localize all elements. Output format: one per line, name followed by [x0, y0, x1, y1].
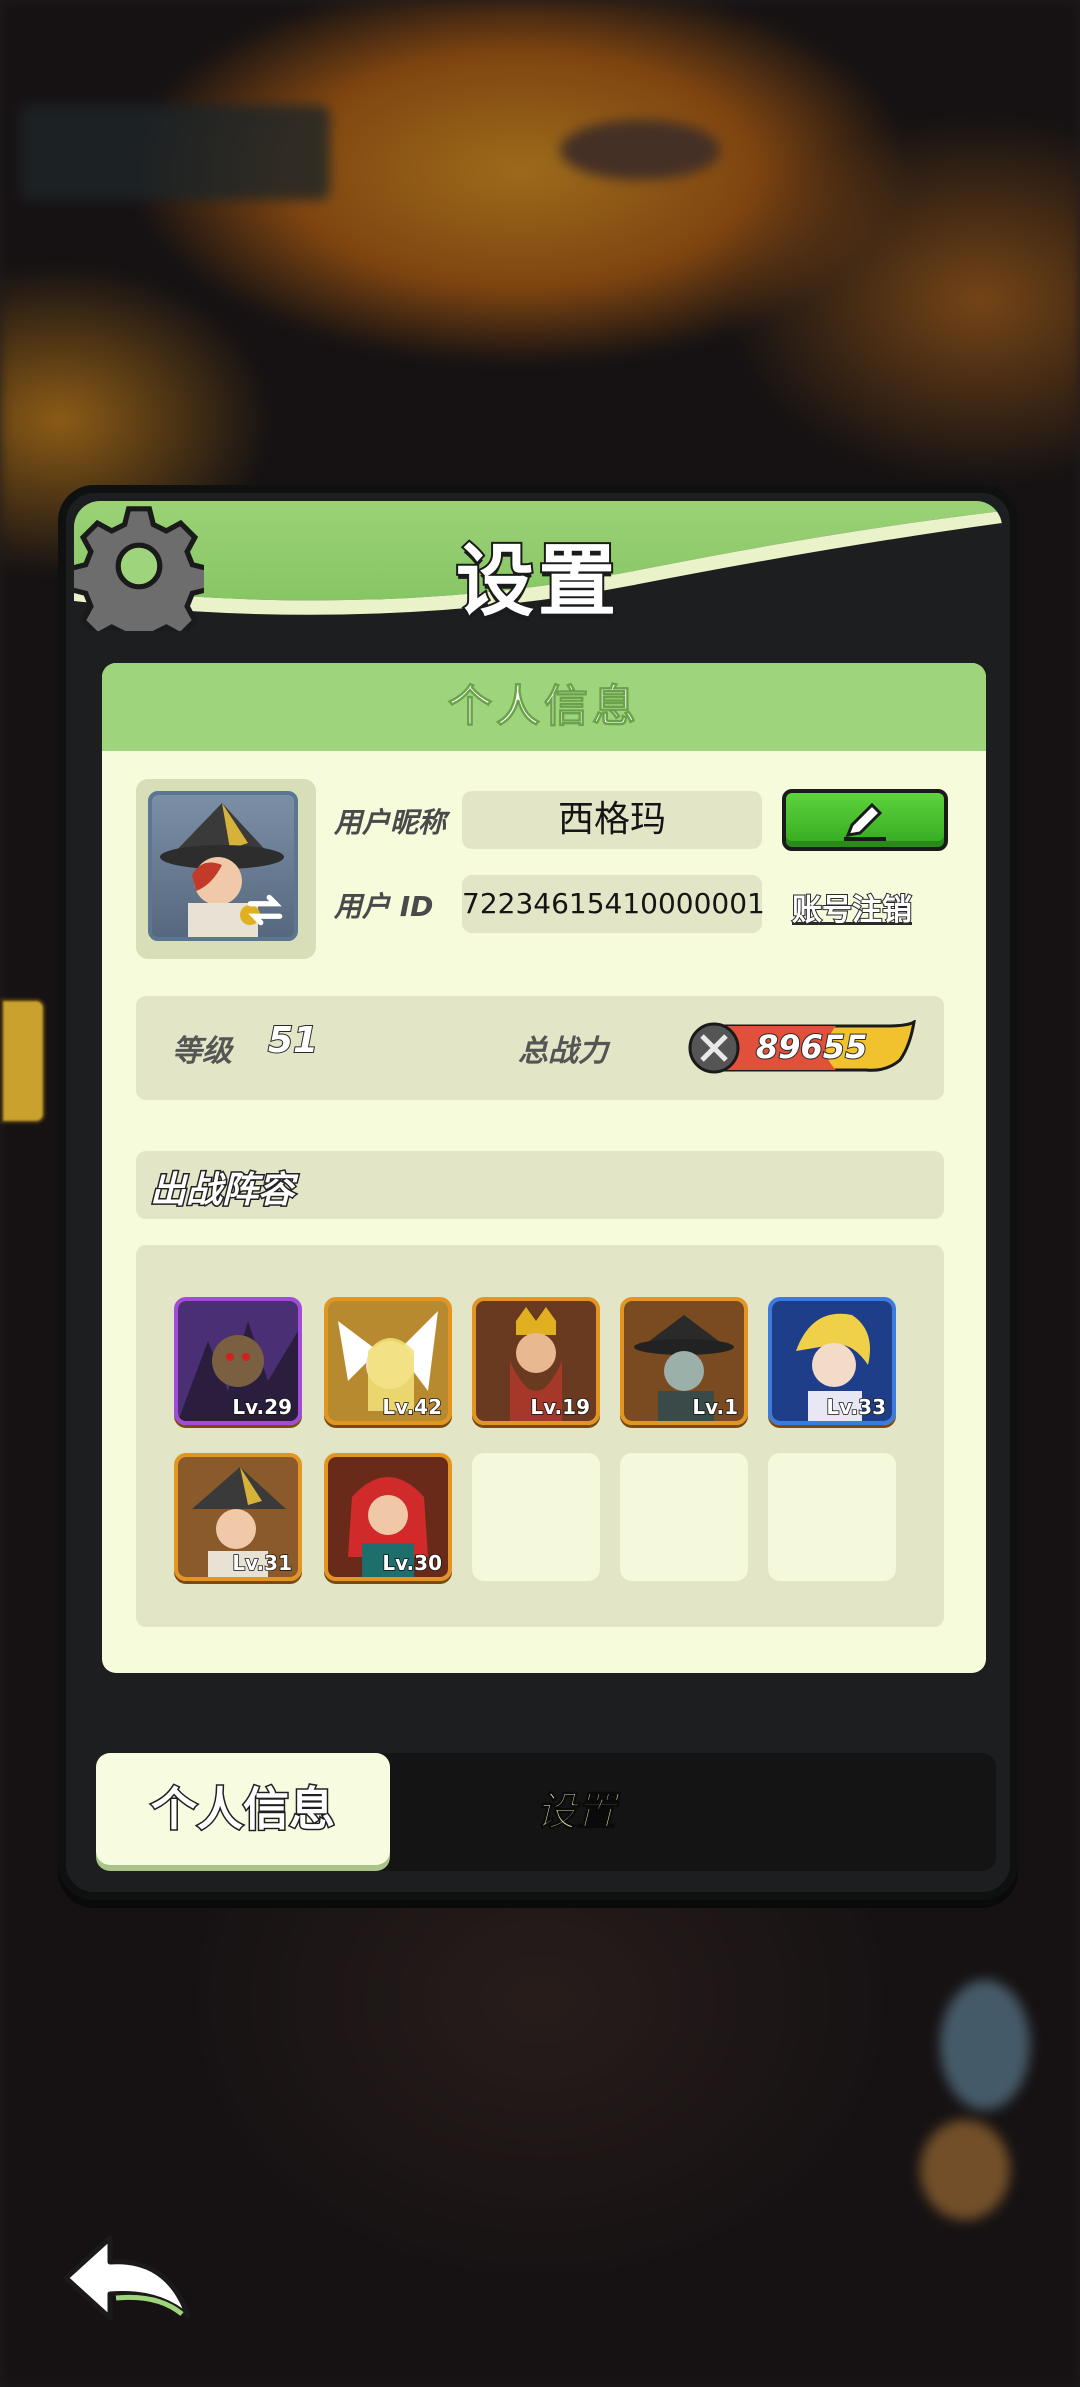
avatar-frame[interactable]: [136, 779, 316, 959]
hero-level: Lv.19: [530, 1394, 591, 1420]
lineup-title: 出战阵容: [148, 1169, 295, 1213]
hero-level: Lv.33: [826, 1394, 887, 1420]
level-label: 等级: [172, 1034, 232, 1069]
pencil-icon: [844, 802, 886, 841]
hero-slot[interactable]: Lv.29: [174, 1297, 302, 1425]
empty-hero-slot[interactable]: [620, 1453, 748, 1581]
hero-slot[interactable]: Lv.19: [472, 1297, 600, 1425]
hero-level: Lv.31: [232, 1550, 293, 1576]
edit-nickname-button[interactable]: [782, 789, 948, 851]
tab-bar: 个人信息 设置: [96, 1753, 996, 1871]
dialog-title: 设置: [454, 535, 620, 629]
hero-level: Lv.30: [382, 1550, 443, 1576]
hero-slot[interactable]: Lv.33: [768, 1297, 896, 1425]
nickname-label: 用户昵称: [334, 806, 447, 839]
user-id-field: 72234615410000001: [462, 875, 765, 933]
nickname-field: 西格玛: [462, 791, 762, 849]
avatar[interactable]: [148, 791, 298, 941]
hero-slot[interactable]: Lv.42: [324, 1297, 452, 1425]
level-power-bar: 等级 51 总战力 89655: [136, 996, 944, 1100]
swap-icon[interactable]: [244, 889, 286, 931]
cancel-account-link[interactable]: 账号注销: [791, 885, 913, 929]
power-label: 总战力: [518, 1034, 608, 1069]
hero-level: Lv.42: [382, 1394, 443, 1420]
personal-info-panel: 个人信息 用户昵称 西格玛 用户 ID 72234615410000001 账号…: [102, 663, 986, 1673]
hero-level: Lv.29: [232, 1394, 293, 1420]
power-value: 89655: [755, 1027, 868, 1067]
hero-level: Lv.1: [692, 1394, 739, 1420]
hero-slot[interactable]: Lv.31: [174, 1453, 302, 1581]
user-id-label: 用户 ID: [334, 890, 434, 923]
level-value: 51: [267, 1019, 319, 1062]
dialog-header: 设置: [74, 501, 1002, 641]
lineup-grid: Lv.29 Lv.42 Lv.19 Lv.1 Lv.33 Lv.31 Lv.30: [136, 1245, 944, 1627]
power-badge: 89655: [686, 1018, 917, 1076]
settings-dialog: 设置 个人信息 用户昵称 西格玛 用户 ID 72234615410000001…: [58, 485, 1018, 1900]
empty-hero-slot[interactable]: [768, 1453, 896, 1581]
side-shortcut: [0, 998, 46, 1124]
panel-header: 个人信息: [102, 663, 986, 751]
hero-slot[interactable]: Lv.30: [324, 1453, 452, 1581]
empty-hero-slot[interactable]: [472, 1453, 600, 1581]
lineup-header: 出战阵容: [136, 1151, 944, 1219]
hero-slot[interactable]: Lv.1: [620, 1297, 748, 1425]
tab-personal-info[interactable]: 个人信息: [96, 1753, 390, 1865]
back-arrow-icon[interactable]: [58, 2228, 198, 2328]
tab-settings[interactable]: 设置: [476, 1753, 676, 1871]
